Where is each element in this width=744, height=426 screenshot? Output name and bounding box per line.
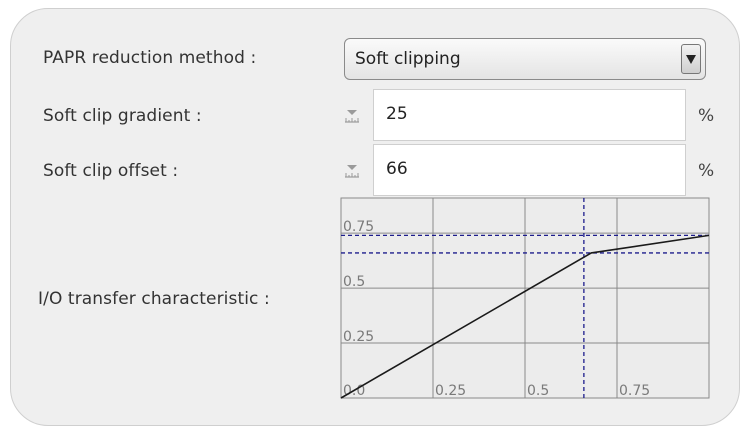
chart-y-tick-label: 0.75 xyxy=(343,219,374,235)
io-transfer-chart: 0.0 0.25 0.5 0.750.250.50.75 xyxy=(340,197,710,399)
soft-clip-offset-label: Soft clip offset : xyxy=(43,161,179,181)
gradient-slider-icon[interactable] xyxy=(343,108,361,126)
papr-method-value: Soft clipping xyxy=(355,49,461,69)
chart-x-tick-label: 0.5 xyxy=(527,383,549,399)
chart-x-tick-label: 0.75 xyxy=(619,383,650,399)
soft-clip-gradient-label: Soft clip gradient : xyxy=(43,106,202,126)
offset-slider-icon[interactable] xyxy=(343,163,361,181)
soft-clip-offset-value: 66 xyxy=(386,159,408,179)
chart-x-tick-label: 0.25 xyxy=(435,383,466,399)
chart-y-tick-label: 0.5 xyxy=(343,274,365,290)
gradient-unit: % xyxy=(698,106,715,126)
papr-method-label: PAPR reduction method : xyxy=(43,48,257,68)
soft-clip-gradient-input[interactable]: 25 xyxy=(373,89,686,141)
papr-method-select[interactable]: Soft clipping xyxy=(344,38,706,80)
soft-clip-gradient-value: 25 xyxy=(386,104,408,124)
offset-unit: % xyxy=(698,161,715,181)
chart-y-tick-label: 0.25 xyxy=(343,329,374,345)
soft-clip-offset-input[interactable]: 66 xyxy=(373,144,686,196)
io-transfer-label: I/O transfer characteristic : xyxy=(38,289,270,309)
chevron-down-icon[interactable] xyxy=(681,44,701,74)
